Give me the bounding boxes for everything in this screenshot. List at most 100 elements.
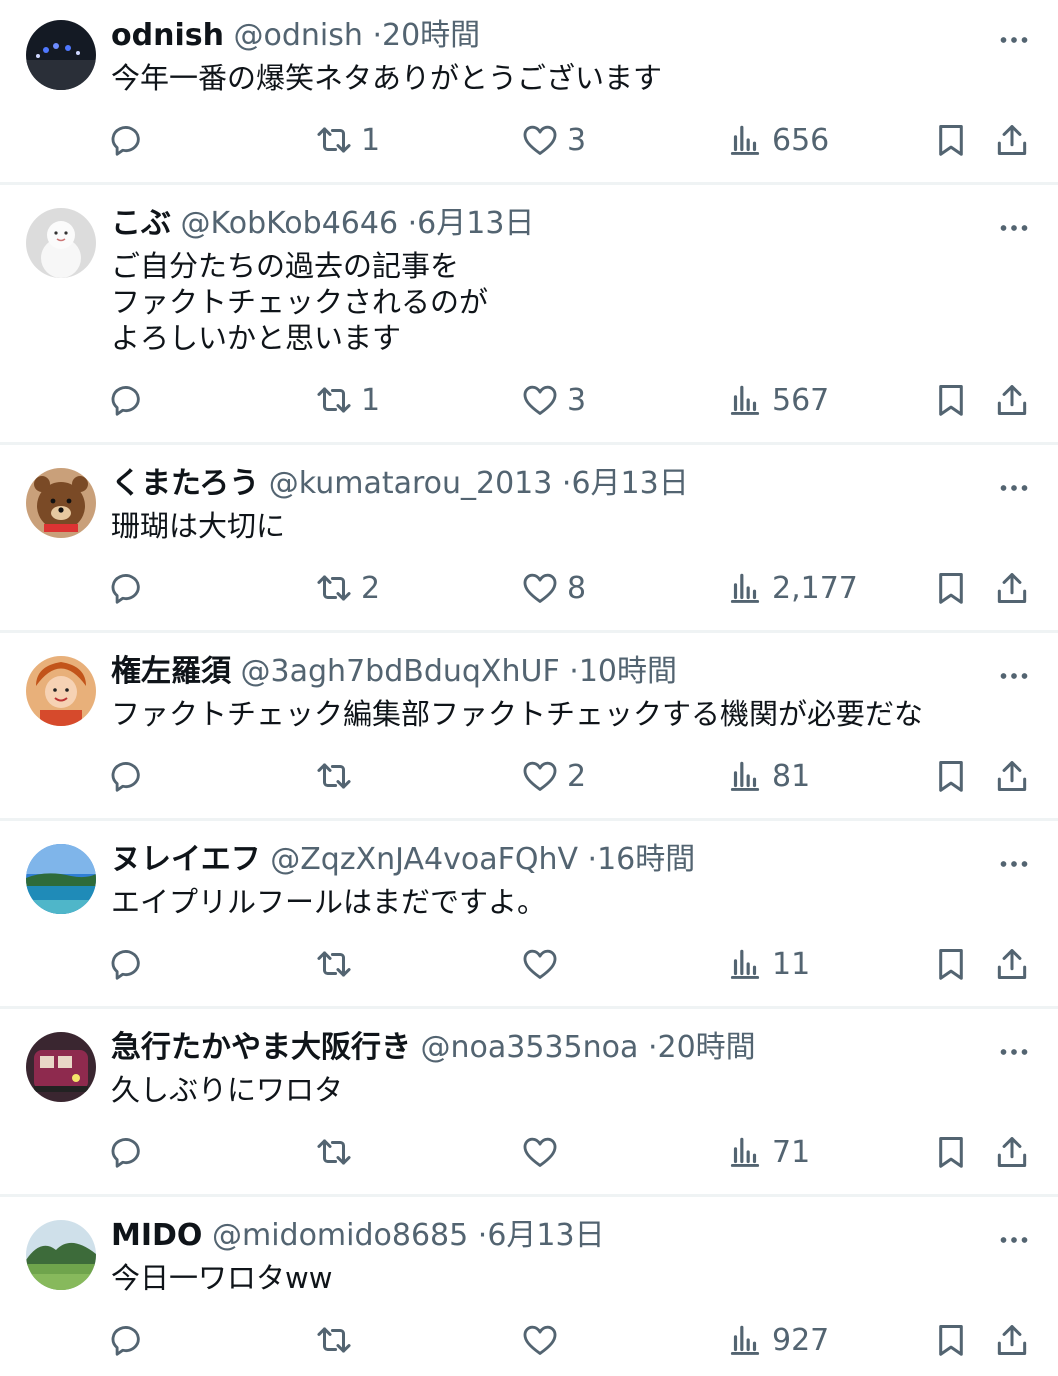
timestamp[interactable]: 20時間 [382, 18, 480, 53]
share-icon [997, 761, 1027, 791]
timestamp[interactable]: 16時間 [597, 842, 695, 877]
more-icon[interactable] [994, 846, 1034, 882]
reply-button[interactable] [110, 116, 148, 164]
user-handle[interactable]: @kumatarou_2013 [269, 466, 553, 501]
user-name[interactable]: 急行たかやま大阪行き [111, 1030, 411, 1065]
retweet-button[interactable] [315, 752, 361, 800]
views-button[interactable]: 656 [726, 116, 829, 164]
share-button[interactable] [993, 752, 1031, 800]
action-bar: 927 [0, 1316, 1058, 1364]
share-icon [997, 1137, 1027, 1167]
like-count: 3 [567, 382, 587, 418]
avatar[interactable] [26, 208, 96, 278]
user-name[interactable]: MIDO [111, 1218, 202, 1253]
tweet[interactable]: MIDO @midomido8685 ·6月13日 今日一ワロタww 927 [0, 1200, 1058, 1376]
like-button[interactable] [521, 1128, 567, 1176]
user-handle[interactable]: @3agh7bdBduqXhUF [241, 654, 560, 689]
action-bar: 2 8 2,177 [0, 564, 1058, 612]
bookmark-button[interactable] [932, 940, 970, 988]
user-name[interactable]: くまたろう [111, 466, 259, 501]
tweet[interactable]: odnish @odnish ·20時間 今年一番の爆笑ネタありがとうございます… [0, 0, 1058, 185]
retweet-button[interactable] [315, 1128, 361, 1176]
like-button[interactable]: 3 [521, 376, 586, 424]
more-icon[interactable] [994, 22, 1034, 58]
more-icon[interactable] [994, 1222, 1034, 1258]
bookmark-button[interactable] [932, 376, 970, 424]
retweet-count: 2 [361, 570, 381, 606]
avatar[interactable] [26, 844, 96, 914]
reply-button[interactable] [110, 564, 148, 612]
tweet[interactable]: 権左羅須 @3agh7bdBduqXhUF ·10時間 ファクトチェック編集部フ… [0, 636, 1058, 821]
more-icon[interactable] [994, 1034, 1034, 1070]
retweet-button[interactable]: 1 [315, 116, 380, 164]
timestamp[interactable]: 10時間 [579, 654, 677, 689]
user-name[interactable]: ヌレイエフ [111, 842, 261, 877]
reply-button[interactable] [110, 1128, 148, 1176]
tweet-header: 権左羅須 @3agh7bdBduqXhUF ·10時間 [111, 652, 677, 692]
views-button[interactable]: 927 [726, 1316, 829, 1364]
more-icon[interactable] [994, 210, 1034, 246]
timestamp[interactable]: 6月13日 [487, 1218, 604, 1253]
views-button[interactable]: 11 [726, 940, 810, 988]
timestamp[interactable]: 20時間 [658, 1030, 756, 1065]
tweet[interactable]: ヌレイエフ @ZqzXnJA4voaFQhV ·16時間 エイプリルフールはまだ… [0, 824, 1058, 1009]
reply-button[interactable] [110, 376, 148, 424]
views-button[interactable]: 81 [726, 752, 810, 800]
reply-button[interactable] [110, 1316, 148, 1364]
avatar[interactable] [26, 1032, 96, 1102]
avatar-image [26, 208, 96, 278]
timestamp[interactable]: 6月13日 [571, 466, 688, 501]
like-button[interactable]: 8 [521, 564, 586, 612]
more-icon[interactable] [994, 470, 1034, 506]
bookmark-button[interactable] [932, 752, 970, 800]
retweet-button[interactable]: 1 [315, 376, 380, 424]
share-button[interactable] [993, 940, 1031, 988]
user-handle[interactable]: @odnish [234, 18, 363, 53]
reply-button[interactable] [110, 752, 148, 800]
user-handle[interactable]: @noa3535noa [421, 1030, 639, 1065]
bookmark-button[interactable] [932, 564, 970, 612]
like-button[interactable] [521, 1316, 567, 1364]
like-button[interactable]: 3 [521, 116, 586, 164]
like-button[interactable] [521, 940, 567, 988]
avatar[interactable] [26, 468, 96, 538]
tweet[interactable]: くまたろう @kumatarou_2013 ·6月13日 珊瑚は大切に 2 8 … [0, 448, 1058, 633]
tweet[interactable]: こぶ @KobKob4646 ·6月13日 ご自分たちの過去の記事を ファクトチ… [0, 188, 1058, 445]
divider [0, 1006, 1058, 1009]
views-button[interactable]: 71 [726, 1128, 810, 1176]
reply-icon [111, 1326, 140, 1356]
more-icon[interactable] [994, 658, 1034, 694]
timestamp[interactable]: 6月13日 [417, 206, 534, 241]
share-button[interactable] [993, 1128, 1031, 1176]
user-name[interactable]: odnish [111, 18, 224, 53]
views-button[interactable]: 2,177 [726, 564, 858, 612]
bookmark-button[interactable] [932, 1128, 970, 1176]
share-button[interactable] [993, 116, 1031, 164]
user-handle[interactable]: @midomido8685 [212, 1218, 468, 1253]
retweet-button[interactable]: 2 [315, 564, 380, 612]
share-button[interactable] [993, 376, 1031, 424]
retweet-button[interactable] [315, 940, 361, 988]
avatar[interactable] [26, 1220, 96, 1290]
reply-icon [111, 762, 140, 792]
avatar[interactable] [26, 656, 96, 726]
user-handle[interactable]: @ZqzXnJA4voaFQhV [270, 842, 578, 877]
bookmark-icon [939, 1325, 963, 1356]
action-bar: 1 3 656 [0, 116, 1058, 164]
avatar-image [26, 1032, 96, 1102]
tweet[interactable]: 急行たかやま大阪行き @noa3535noa ·20時間 久しぶりにワロタ 71 [0, 1012, 1058, 1197]
share-button[interactable] [993, 1316, 1031, 1364]
user-name[interactable]: 権左羅須 [111, 654, 231, 689]
like-button[interactable]: 2 [521, 752, 586, 800]
share-button[interactable] [993, 564, 1031, 612]
tweet-header: MIDO @midomido8685 ·6月13日 [111, 1216, 605, 1256]
reply-button[interactable] [110, 940, 148, 988]
retweet-button[interactable] [315, 1316, 361, 1364]
views-button[interactable]: 567 [726, 376, 829, 424]
user-handle[interactable]: @KobKob4646 [181, 206, 399, 241]
user-name[interactable]: こぶ [111, 206, 171, 241]
views-icon [730, 949, 760, 979]
bookmark-button[interactable] [932, 116, 970, 164]
avatar[interactable] [26, 20, 96, 90]
bookmark-button[interactable] [932, 1316, 970, 1364]
